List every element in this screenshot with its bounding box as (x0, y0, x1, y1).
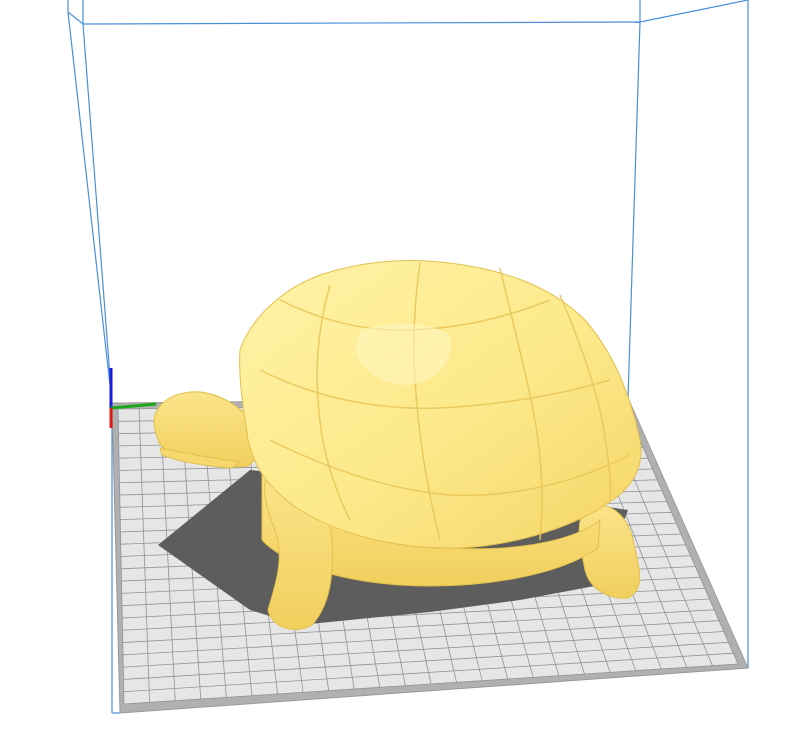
3d-viewport[interactable] (0, 0, 800, 733)
turtle-shell (239, 260, 642, 549)
build-volume-scene[interactable] (0, 0, 800, 733)
